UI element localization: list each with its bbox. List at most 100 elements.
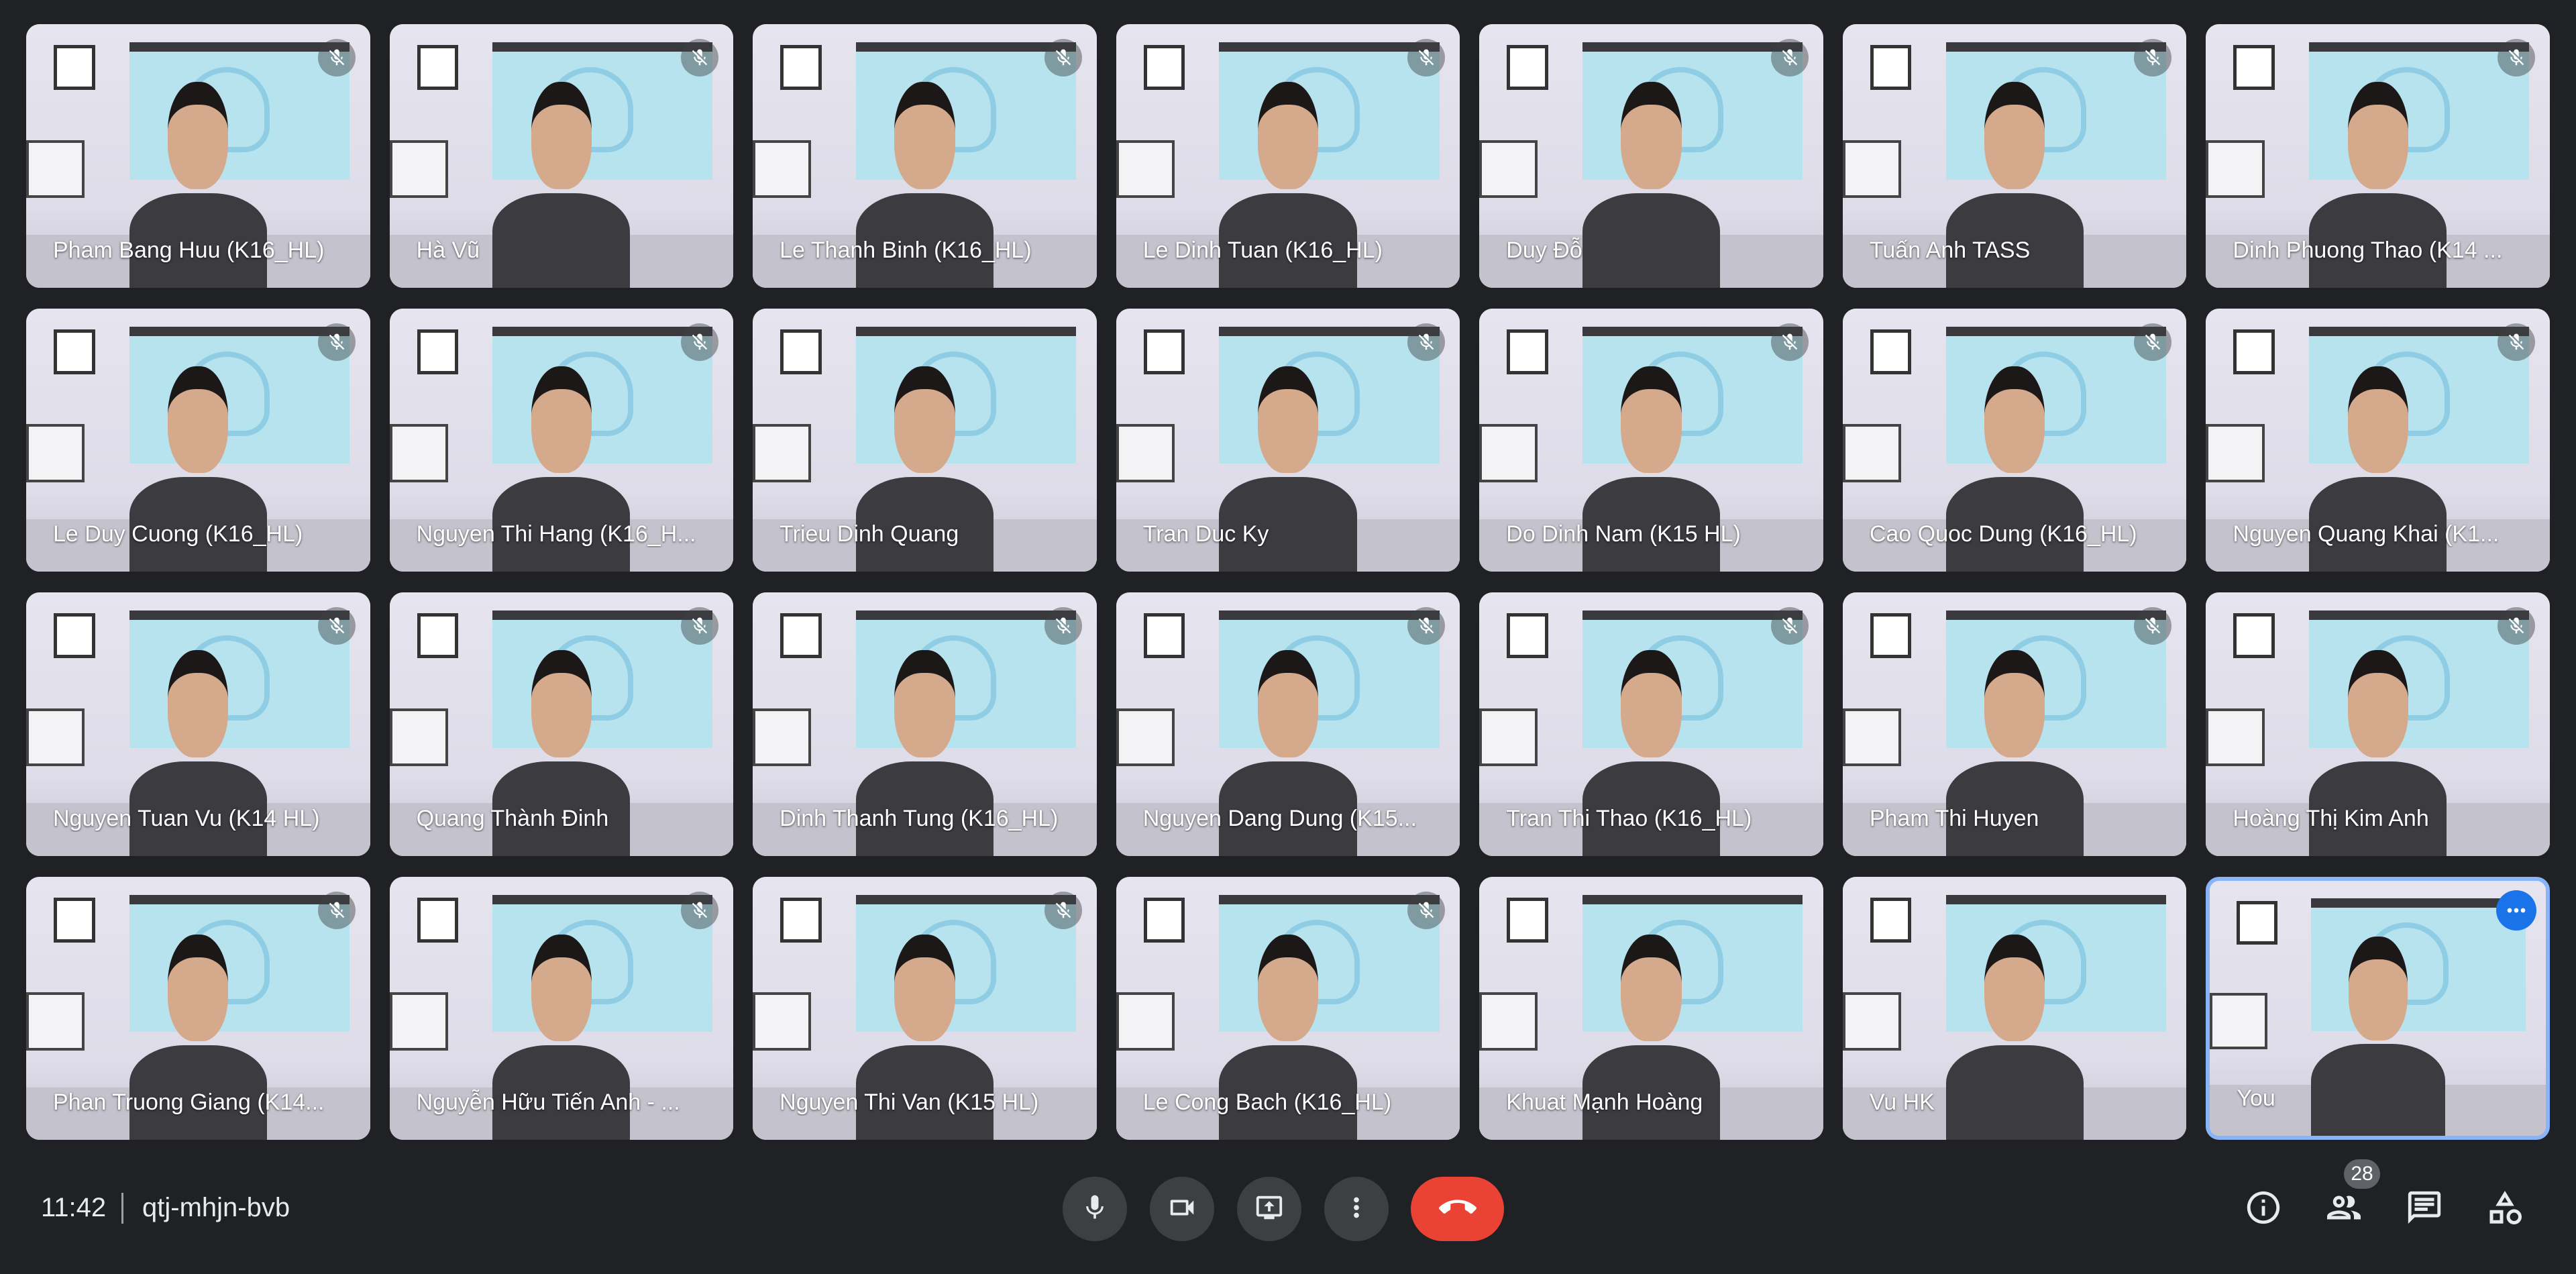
participant-tile[interactable]: Khuat Mạnh Hoàng xyxy=(1479,876,1823,1140)
call-end-icon xyxy=(1438,1189,1477,1230)
background-sign xyxy=(389,140,448,199)
participant-tile[interactable]: Hà Vũ xyxy=(389,24,734,288)
more-vert-icon xyxy=(1341,1192,1372,1226)
participant-tile[interactable]: Dinh Phuong Thao (K14 ... xyxy=(2206,24,2550,288)
participant-tile[interactable]: Le Cong Bach (K16_HL) xyxy=(1116,876,1460,1140)
participant-name: Tuấn Anh TASS xyxy=(1869,237,2031,263)
participant-name: Nguyen Tuan Vu (K14 HL) xyxy=(53,805,320,831)
mic-off-icon xyxy=(681,607,719,645)
mic-off-icon xyxy=(1407,891,1446,929)
mic-icon xyxy=(1080,1193,1110,1226)
background-frame xyxy=(1870,45,1912,91)
background-frame xyxy=(2233,613,2275,659)
background-frame xyxy=(417,45,459,91)
participant-tile[interactable]: Nguyen Quang Khai (K1... xyxy=(2206,308,2550,572)
participant-name: Dinh Thanh Tung (K16_HL) xyxy=(780,805,1059,831)
participant-tile[interactable]: Nguyen Thi Van (K15 HL) xyxy=(753,876,1097,1140)
participant-tile[interactable]: Trieu Dinh Quang xyxy=(753,308,1097,572)
participant-tile[interactable]: Tuấn Anh TASS xyxy=(1842,24,2187,288)
background-frame xyxy=(780,613,822,659)
background-sign xyxy=(389,424,448,482)
participant-tile[interactable]: Tran Thi Thao (K16_HL) xyxy=(1479,592,1823,856)
microphone-button[interactable] xyxy=(1063,1177,1127,1241)
background-sign xyxy=(26,992,85,1051)
background-sign xyxy=(1842,708,1901,767)
leave-call-button[interactable] xyxy=(1411,1177,1504,1241)
bottom-bar: 11:42 qtj-mhjn-bvb 28 xyxy=(0,1155,2576,1274)
meeting-details-button[interactable] xyxy=(2237,1182,2290,1236)
background-sign xyxy=(26,708,85,767)
background-frame xyxy=(2233,329,2275,374)
mic-off-icon xyxy=(681,323,719,361)
background-sign xyxy=(1842,424,1901,482)
background-sign xyxy=(1479,992,1538,1051)
camera-button[interactable] xyxy=(1150,1177,1214,1241)
more-options-button[interactable] xyxy=(1324,1177,1389,1241)
background-frame xyxy=(780,45,822,91)
participant-tile[interactable]: Le Duy Cuong (K16_HL) xyxy=(26,308,370,572)
participant-tile[interactable]: Pham Bang Huu (K16_HL) xyxy=(26,24,370,288)
background-frame xyxy=(54,45,95,91)
background-frame xyxy=(54,329,95,374)
background-sign xyxy=(389,708,448,767)
background-sign xyxy=(753,708,812,767)
participant-tile[interactable]: Pham Thi Huyen xyxy=(1842,592,2187,856)
participant-name: Cao Quoc Dung (K16_HL) xyxy=(1869,521,2137,547)
participant-tile[interactable]: Quang Thành Đinh xyxy=(389,592,734,856)
participant-name: Khuat Mạnh Hoàng xyxy=(1506,1090,1703,1115)
people-icon xyxy=(2324,1187,2364,1231)
background-frame xyxy=(417,897,459,943)
activities-button[interactable] xyxy=(2478,1182,2532,1236)
participant-name: Duy Đỗ xyxy=(1506,237,1582,263)
participant-tile[interactable]: Vu HK xyxy=(1842,876,2187,1140)
background-frame xyxy=(1870,613,1912,659)
mic-off-icon xyxy=(2134,323,2172,361)
participant-tile[interactable]: Dinh Thanh Tung (K16_HL) xyxy=(753,592,1097,856)
background-frame xyxy=(1507,897,1548,943)
tile-more-options-icon[interactable] xyxy=(2496,890,2536,931)
mic-off-icon xyxy=(1770,323,1809,361)
mic-off-icon xyxy=(317,39,356,76)
videocam-icon xyxy=(1167,1192,1197,1226)
mic-off-icon xyxy=(317,607,356,645)
participant-name: Hoàng Thị Kim Anh xyxy=(2233,805,2429,831)
participant-tile[interactable]: Tran Duc Ky xyxy=(1116,308,1460,572)
background-frame xyxy=(780,897,822,943)
participant-tile[interactable]: Le Thanh Binh (K16_HL) xyxy=(753,24,1097,288)
chat-icon xyxy=(2405,1188,2444,1230)
participant-tile[interactable]: Nguyễn Hữu Tiến Anh - ... xyxy=(389,876,734,1140)
participant-name: Pham Thi Huyen xyxy=(1869,805,2039,831)
background-frame xyxy=(54,897,95,943)
divider xyxy=(121,1193,123,1224)
background-sign xyxy=(2206,140,2265,199)
mic-off-icon xyxy=(2497,39,2535,76)
background-sign xyxy=(1479,424,1538,482)
participant-tile[interactable]: Duy Đỗ xyxy=(1479,24,1823,288)
participant-tile[interactable]: Nguyen Dang Dung (K15... xyxy=(1116,592,1460,856)
self-tile[interactable]: You xyxy=(2206,876,2550,1140)
people-button[interactable] xyxy=(2317,1182,2371,1236)
background-frame xyxy=(2233,45,2275,91)
participant-name: Nguyen Thi Hang (K16_H... xyxy=(416,521,696,547)
background-frame xyxy=(1870,897,1912,943)
background-sign xyxy=(753,992,812,1051)
participant-grid: Pham Bang Huu (K16_HL) Hà Vũ Le Thanh Bi… xyxy=(26,24,2550,1140)
chat-button[interactable] xyxy=(2398,1182,2451,1236)
participant-name: You xyxy=(2237,1085,2275,1111)
mic-off-icon xyxy=(681,891,719,929)
participant-tile[interactable]: Le Dinh Tuan (K16_HL) xyxy=(1116,24,1460,288)
present-button[interactable] xyxy=(1237,1177,1301,1241)
background-frame xyxy=(1870,329,1912,374)
background-sign xyxy=(26,140,85,199)
background-frame xyxy=(2237,900,2277,945)
participant-name: Nguyễn Hữu Tiến Anh - ... xyxy=(416,1090,680,1115)
background-frame xyxy=(417,329,459,374)
participant-tile[interactable]: Phan Truong Giang (K14... xyxy=(26,876,370,1140)
background-sign xyxy=(2210,992,2267,1049)
participant-tile[interactable]: Nguyen Thi Hang (K16_H... xyxy=(389,308,734,572)
participant-tile[interactable]: Hoàng Thị Kim Anh xyxy=(2206,592,2550,856)
participant-tile[interactable]: Cao Quoc Dung (K16_HL) xyxy=(1842,308,2187,572)
participant-tile[interactable]: Nguyen Tuan Vu (K14 HL) xyxy=(26,592,370,856)
mic-off-icon xyxy=(1407,323,1446,361)
participant-tile[interactable]: Do Dinh Nam (K15 HL) xyxy=(1479,308,1823,572)
